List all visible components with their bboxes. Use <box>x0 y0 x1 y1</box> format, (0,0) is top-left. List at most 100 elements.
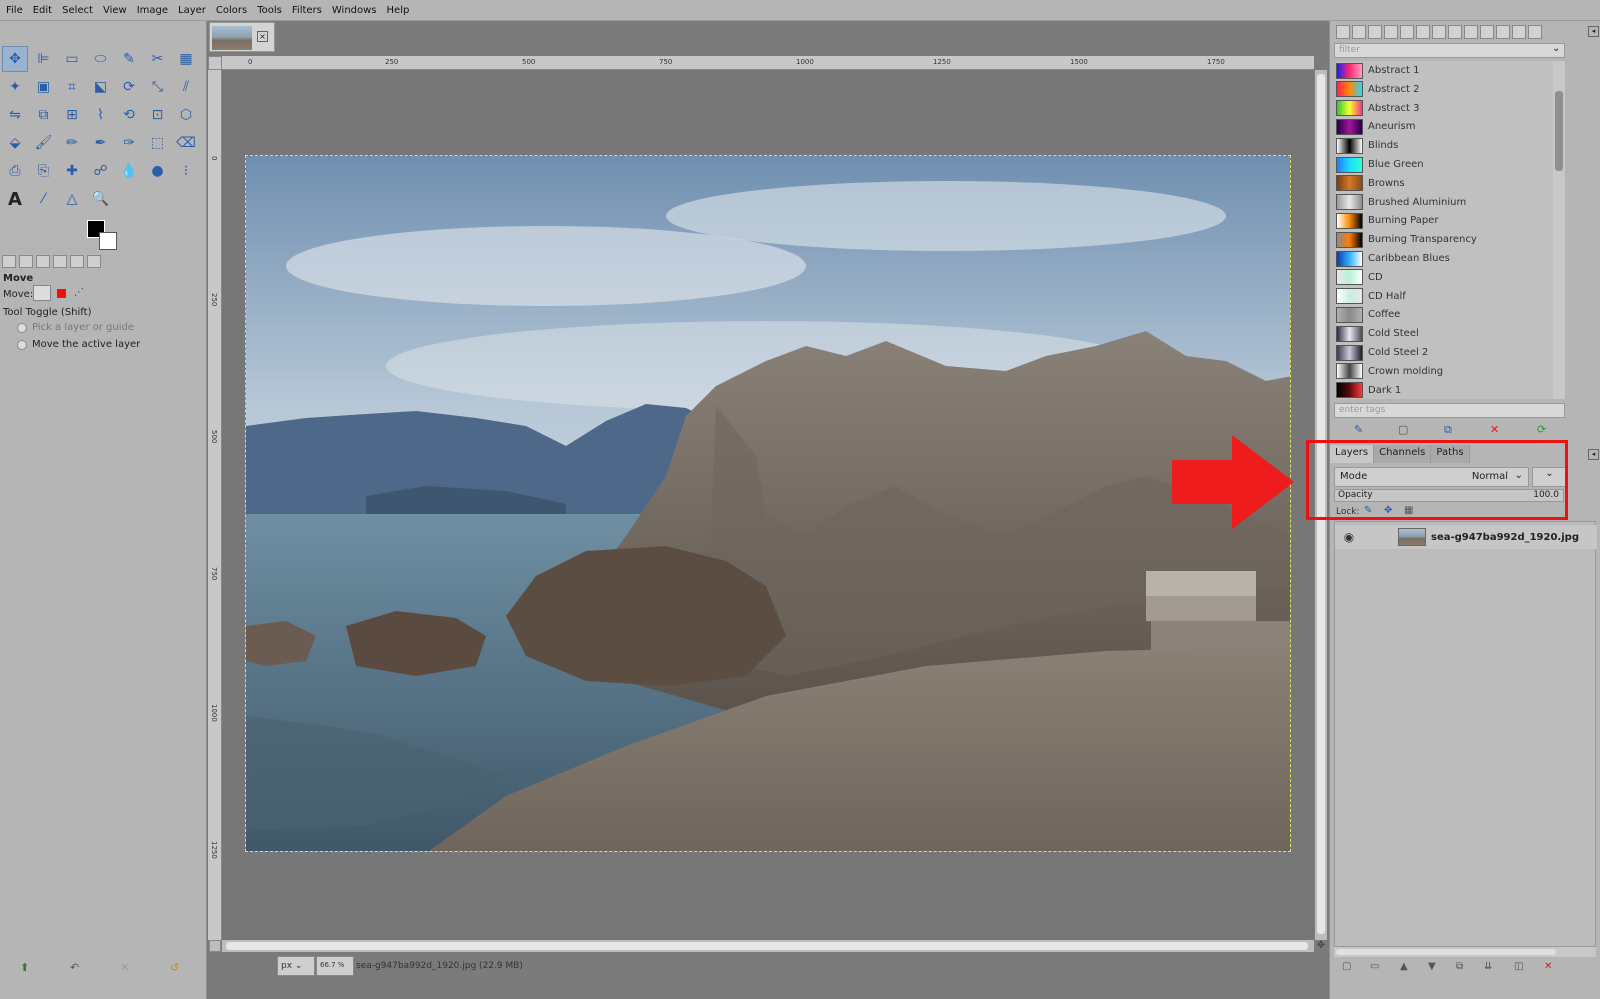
paint-dynamics-tab-icon[interactable] <box>1432 25 1446 39</box>
dock-menu-icon[interactable]: ◂ <box>1588 26 1599 37</box>
move-layer-mode-button[interactable] <box>33 285 51 301</box>
menu-item-edit[interactable]: Edit <box>33 5 52 16</box>
fonts-tab-icon[interactable] <box>1368 25 1382 39</box>
handle-transform-icon[interactable]: ⟲ <box>116 102 142 128</box>
palettes-tab-icon[interactable] <box>1464 25 1478 39</box>
navigate-icon[interactable]: ✥ <box>1315 940 1327 952</box>
gradients-tab-icon[interactable] <box>1528 25 1542 39</box>
gradient-list-item[interactable]: Abstract 2 <box>1336 80 1553 99</box>
eraser-icon[interactable]: ⌫ <box>173 130 199 156</box>
crop-tool-icon[interactable]: ⌗ <box>59 74 85 100</box>
brushes-tab-icon[interactable] <box>1336 25 1350 39</box>
document-history-tab-icon[interactable] <box>1384 25 1398 39</box>
measure-tool-icon[interactable]: △ <box>59 186 85 212</box>
delete-layer-icon[interactable]: ✕ <box>1544 961 1552 972</box>
rotate-tool-icon[interactable]: ⟳ <box>116 74 142 100</box>
restore-options-icon[interactable]: ↶ <box>70 961 79 974</box>
duplicate-layer-icon[interactable]: ⧉ <box>1456 961 1463 972</box>
move-tool-icon[interactable]: ✥ <box>2 46 28 72</box>
canvas-horizontal-scrollbar[interactable] <box>222 940 1314 952</box>
edit-gradient-icon[interactable]: ✎ <box>1354 423 1363 436</box>
undo-history-tab-icon[interactable] <box>36 254 50 268</box>
dodge-burn-icon[interactable]: ● <box>145 158 171 184</box>
ruler-corner-button[interactable] <box>208 56 222 70</box>
ellipse-select-icon[interactable]: ⬭ <box>88 46 114 72</box>
perspective-clone-icon[interactable]: ⎘ <box>31 158 57 184</box>
unit-select[interactable]: px ⌄ <box>277 956 315 976</box>
fonts-tab-icon[interactable] <box>70 254 84 268</box>
menu-item-file[interactable]: File <box>6 5 23 16</box>
mypaint-brush-icon[interactable]: ⬚ <box>145 130 171 156</box>
gradient-list-item[interactable]: Dark 1 <box>1336 381 1553 400</box>
perspective-tool-icon[interactable]: ⊞ <box>59 102 85 128</box>
image-canvas[interactable] <box>245 155 1291 852</box>
move-selection-mode-button[interactable] <box>57 289 66 298</box>
gradient-scroll-thumb[interactable] <box>1555 91 1563 171</box>
delete-gradient-icon[interactable]: ✕ <box>1490 423 1499 436</box>
gradient-list-item[interactable]: Abstract 1 <box>1336 61 1553 80</box>
heal-tool-icon[interactable]: ✚ <box>59 158 85 184</box>
gradient-list-item[interactable]: Crown molding <box>1336 362 1553 381</box>
airbrush-icon[interactable]: ✒ <box>88 130 114 156</box>
rect-select-icon[interactable]: ▭ <box>59 46 85 72</box>
layers-scroll-thumb[interactable] <box>1336 949 1556 955</box>
menu-item-image[interactable]: Image <box>137 5 168 16</box>
bucket-fill-icon[interactable]: ⬙ <box>2 130 28 156</box>
menu-item-view[interactable]: View <box>103 5 127 16</box>
unified-transform-icon[interactable]: ⬕ <box>88 74 114 100</box>
gradient-list-item[interactable]: CD Half <box>1336 287 1553 306</box>
layer-row[interactable]: ◉ sea-g947ba992d_1920.jpg <box>1335 525 1597 549</box>
gradient-list-item[interactable]: Cold Steel <box>1336 324 1553 343</box>
gradient-list-item[interactable]: Brushed Aluminium <box>1336 193 1553 212</box>
horizontal-scroll-thumb[interactable] <box>226 942 1308 950</box>
zoom-select[interactable]: 66.7 % <box>316 956 354 976</box>
pattern-tab-icon[interactable] <box>1480 25 1494 39</box>
layers-scrollbar[interactable] <box>1334 947 1596 957</box>
smudge-tool-icon[interactable]: ☍ <box>88 158 114 184</box>
n-point-deform-icon[interactable]: ⊡ <box>145 102 171 128</box>
gradient-tab-icon[interactable] <box>87 254 101 268</box>
patterns-tab-icon[interactable] <box>1352 25 1366 39</box>
filter-dropdown-chevron-icon[interactable]: ⌄ <box>1552 43 1560 54</box>
reset-options-icon[interactable]: ↺ <box>170 961 179 974</box>
fuzzy-select-icon[interactable]: ✦ <box>2 74 28 100</box>
move-path-mode-icon[interactable]: ⋰ <box>74 287 84 298</box>
add-mask-icon[interactable]: ◫ <box>1514 961 1523 972</box>
color-select-icon[interactable]: ▣ <box>31 74 57 100</box>
refresh-gradients-icon[interactable]: ⟳ <box>1537 423 1546 436</box>
ink-tool-icon[interactable]: ✑ <box>116 130 142 156</box>
close-image-icon[interactable]: × <box>257 31 268 42</box>
gradient-list-item[interactable]: Caribbean Blues <box>1336 249 1553 268</box>
raise-layer-icon[interactable]: ▲ <box>1400 961 1408 972</box>
menu-item-select[interactable]: Select <box>62 5 93 16</box>
move-active-layer-radio[interactable] <box>17 340 27 350</box>
image-tab[interactable]: × <box>209 22 275 52</box>
paths-tool-icon[interactable]: ⬡ <box>173 102 199 128</box>
gradient-list-item[interactable]: CD <box>1336 268 1553 287</box>
lower-layer-icon[interactable]: ▼ <box>1428 961 1436 972</box>
warp-transform-icon[interactable]: ⌇ <box>88 102 114 128</box>
mypaint-brushes-tab-icon[interactable] <box>1448 25 1462 39</box>
gradient-list-item[interactable]: Abstract 3 <box>1336 99 1553 118</box>
foreground-select-icon[interactable]: ▦ <box>173 46 199 72</box>
menu-item-tools[interactable]: Tools <box>257 5 282 16</box>
visibility-eye-icon[interactable]: ◉ <box>1338 530 1360 544</box>
menu-item-colors[interactable]: Colors <box>216 5 247 16</box>
cage-transform-icon[interactable]: ⧉ <box>31 102 57 128</box>
gradient-list-item[interactable]: Coffee <box>1336 305 1553 324</box>
zoom-tool-icon[interactable]: 🔍 <box>88 186 114 212</box>
gradient-list-item[interactable]: Blue Green <box>1336 155 1553 174</box>
gradient-list-item[interactable]: Aneurism <box>1336 117 1553 136</box>
gradient-list-item[interactable]: Burning Paper <box>1336 211 1553 230</box>
gradient-list-item[interactable]: Blinds <box>1336 136 1553 155</box>
gradient-list-scrollbar[interactable] <box>1553 61 1565 399</box>
save-options-icon[interactable]: ⬆ <box>20 961 29 974</box>
device-status-tab-icon[interactable] <box>19 254 33 268</box>
images-tab-icon[interactable] <box>53 254 67 268</box>
new-layer-group-icon[interactable]: ▭ <box>1370 961 1379 972</box>
tool-presets-tab-icon[interactable] <box>1416 25 1430 39</box>
scissors-select-icon[interactable]: ✂ <box>145 46 171 72</box>
menu-item-windows[interactable]: Windows <box>332 5 377 16</box>
menu-item-layer[interactable]: Layer <box>178 5 206 16</box>
quick-mask-toggle[interactable] <box>209 940 221 952</box>
